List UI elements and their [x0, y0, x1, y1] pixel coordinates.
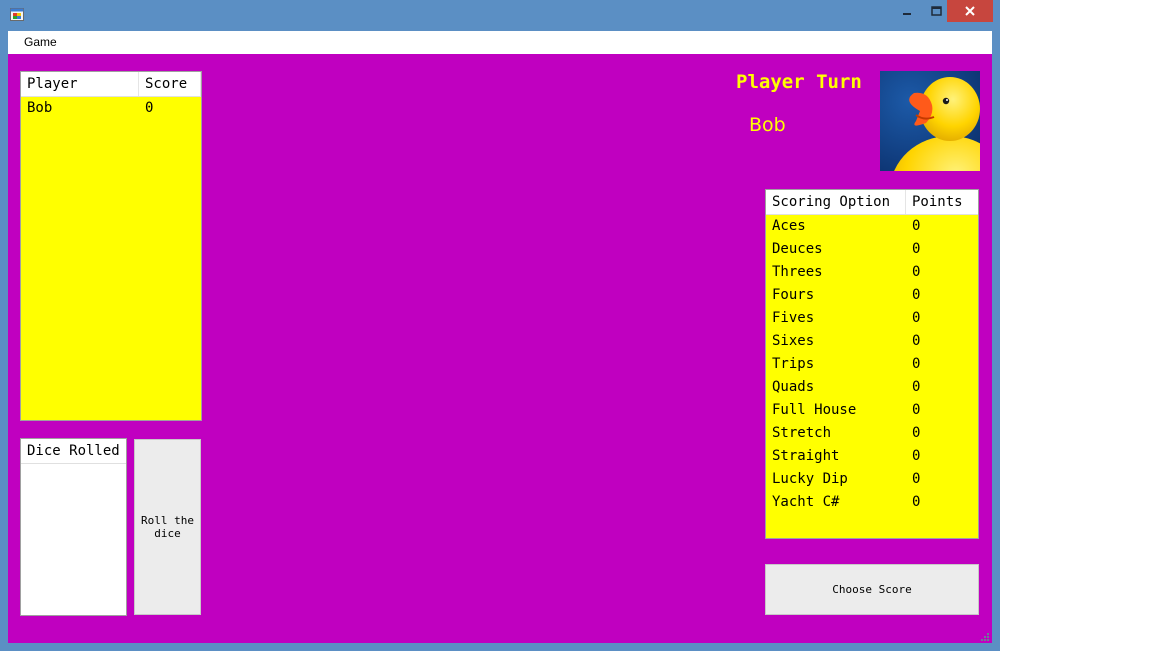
players-list[interactable]: Player Score Bob 0	[20, 71, 202, 421]
choose-score-button[interactable]: Choose Score	[765, 564, 979, 615]
title-bar[interactable]	[0, 0, 1000, 30]
scoring-option-cell: Stretch	[772, 425, 832, 441]
scoring-points-cell: 0	[912, 356, 921, 372]
maximize-button[interactable]	[922, 0, 950, 22]
scoring-points-cell: 0	[912, 264, 921, 280]
scoring-option-cell: Fives	[772, 310, 815, 326]
scoring-points-cell: 0	[912, 333, 921, 349]
game-board: Player Score Bob 0 Dice Rolled Roll the …	[8, 54, 992, 643]
scoring-points-cell: 0	[912, 310, 921, 326]
scoring-options-list[interactable]: Scoring Option Points Aces 0 Deuces 0 Thre…	[765, 189, 979, 539]
dice-rolled-list[interactable]: Dice Rolled	[20, 438, 127, 616]
close-icon	[965, 6, 975, 16]
menu-bar: Game	[8, 31, 992, 54]
scoring-points-cell: 0	[912, 218, 921, 234]
player-turn-label: Player Turn	[736, 71, 862, 93]
column-header-dice-rolled[interactable]: Dice Rolled	[21, 439, 126, 463]
scoring-option-cell: Threes	[772, 264, 823, 280]
scoring-points-cell: 0	[912, 494, 921, 510]
scoring-list-header: Scoring Option Points	[766, 190, 978, 215]
player-name-cell: Bob	[27, 100, 53, 116]
scoring-points-cell: 0	[912, 241, 921, 257]
scoring-option-cell: Yacht C#	[772, 494, 840, 510]
scoring-option-cell: Aces	[772, 218, 806, 234]
minimize-button[interactable]	[893, 0, 921, 22]
scoring-option-cell: Trips	[772, 356, 815, 372]
scoring-points-cell: 0	[912, 287, 921, 303]
scoring-option-cell: Fours	[772, 287, 815, 303]
column-header-player[interactable]: Player	[21, 72, 139, 96]
close-button[interactable]	[947, 0, 993, 22]
menu-item-game[interactable]: Game	[24, 35, 57, 49]
player-score-cell: 0	[145, 100, 154, 116]
scoring-option-cell: Full House	[772, 402, 857, 418]
scoring-points-cell: 0	[912, 471, 921, 487]
scoring-option-cell: Lucky Dip	[772, 471, 848, 487]
app-window: Game Player Score Bob 0 Dice Rolled Roll…	[0, 0, 1000, 651]
scoring-points-cell: 0	[912, 425, 921, 441]
column-header-scoring-option[interactable]: Scoring Option	[766, 190, 906, 214]
players-list-header: Player Score	[21, 72, 201, 97]
rubber-duck-image	[880, 71, 980, 171]
scoring-points-cell: 0	[912, 379, 921, 395]
scoring-option-cell: Sixes	[772, 333, 815, 349]
scoring-points-cell: 0	[912, 448, 921, 464]
scoring-option-cell: Quads	[772, 379, 815, 395]
minimize-icon	[903, 13, 911, 15]
column-header-score[interactable]: Score	[139, 72, 201, 96]
scoring-option-cell: Deuces	[772, 241, 823, 257]
scoring-points-cell: 0	[912, 402, 921, 418]
dice-list-header: Dice Rolled	[21, 439, 126, 464]
app-icon	[10, 8, 24, 21]
scoring-option-cell: Straight	[772, 448, 840, 464]
current-player-name: Bob	[749, 114, 786, 136]
resize-grip-icon[interactable]	[980, 632, 990, 642]
roll-dice-button[interactable]: Roll the dice	[134, 439, 201, 615]
column-header-points[interactable]: Points	[906, 190, 978, 214]
maximize-icon	[930, 6, 942, 16]
